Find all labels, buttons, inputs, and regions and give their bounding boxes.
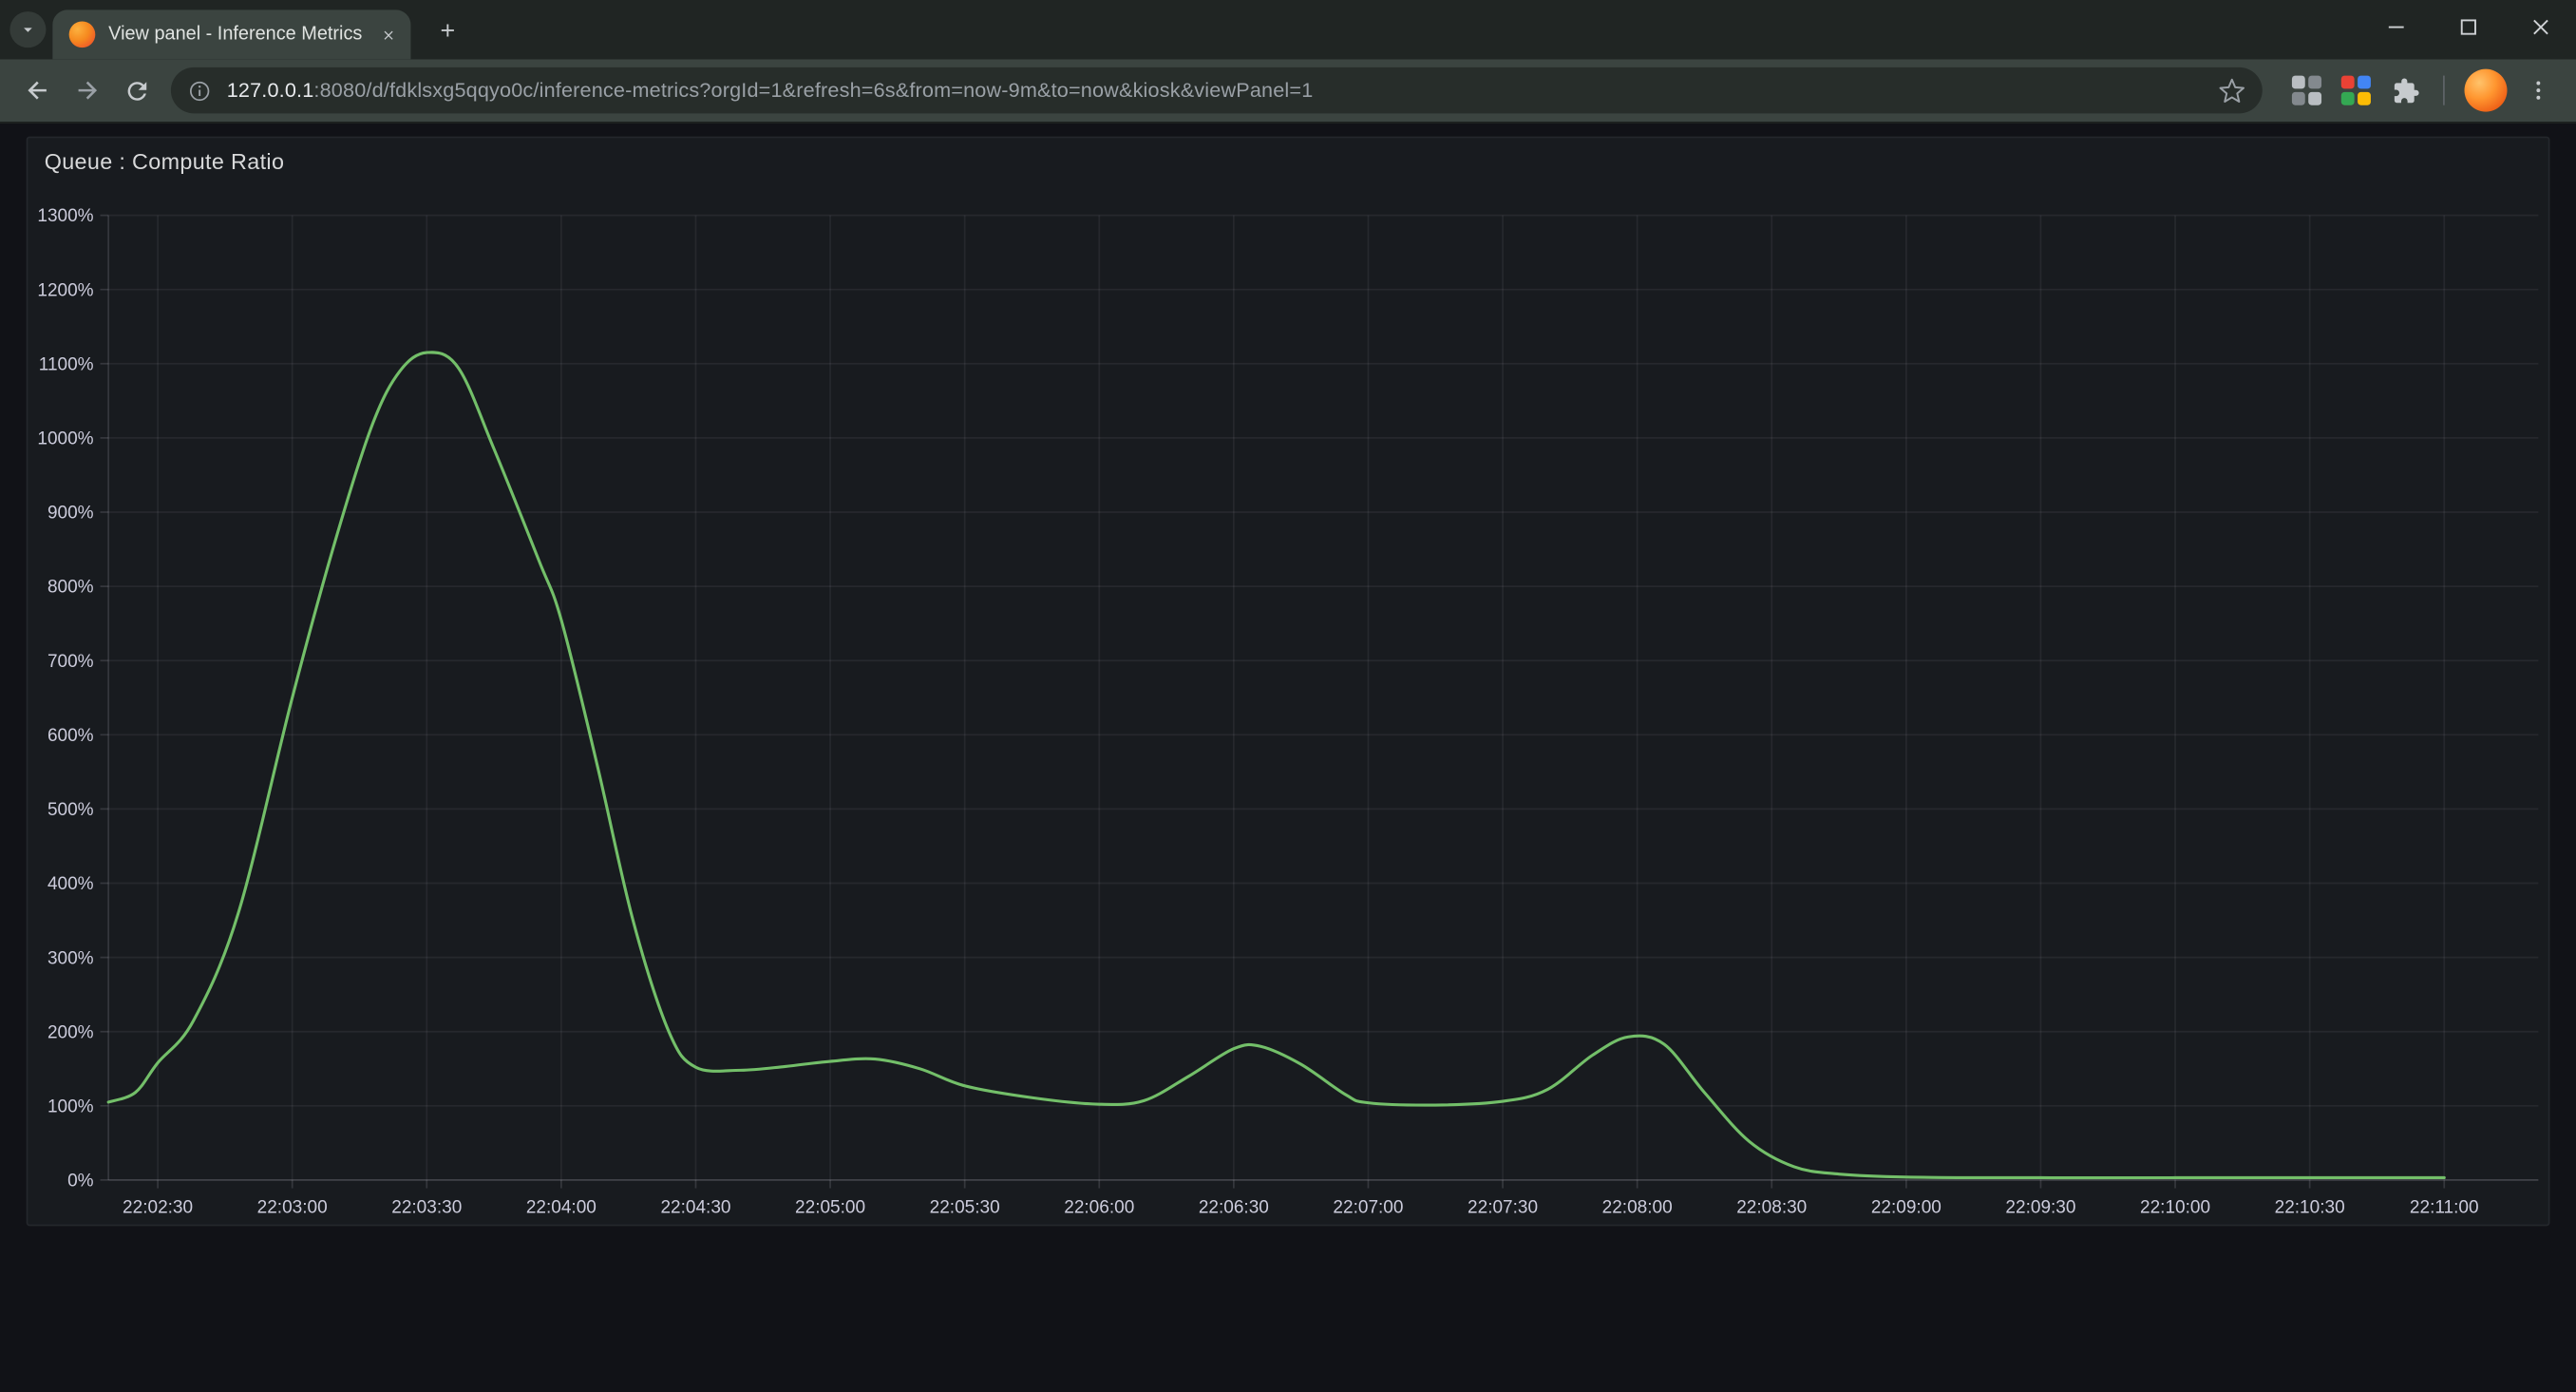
- reload-button[interactable]: [112, 66, 161, 115]
- svg-text:22:04:30: 22:04:30: [660, 1198, 730, 1218]
- timeseries-chart[interactable]: 0% 100% 200% 300% 400% 500% 600% 700% 800% 900% 10…: [28, 138, 2548, 1224]
- svg-text:22:06:00: 22:06:00: [1064, 1198, 1134, 1218]
- toolbar-separator: [2443, 76, 2445, 105]
- browser-tab[interactable]: View panel - Inference Metrics: [52, 10, 410, 59]
- svg-text:1100%: 1100%: [39, 354, 94, 374]
- close-window-icon: [2531, 17, 2549, 35]
- back-icon: [23, 76, 52, 105]
- svg-text:22:09:00: 22:09:00: [1871, 1198, 1941, 1218]
- svg-text:300%: 300%: [47, 948, 94, 968]
- browser-toolbar: 127.0.0.1:8080/d/fdklsxg5qqyo0c/inferenc…: [0, 59, 2576, 123]
- svg-text:22:08:30: 22:08:30: [1736, 1198, 1807, 1218]
- svg-text:800%: 800%: [47, 578, 94, 598]
- svg-text:600%: 600%: [47, 726, 94, 746]
- chevron-down-icon: [18, 20, 38, 40]
- svg-text:500%: 500%: [47, 800, 94, 820]
- grafana-favicon-icon: [69, 21, 96, 48]
- svg-text:100%: 100%: [47, 1096, 94, 1116]
- extensions-button[interactable]: [2380, 66, 2430, 115]
- url-text[interactable]: 127.0.0.1:8080/d/fdklsxg5qqyo0c/inferenc…: [227, 79, 2218, 102]
- grafana-kiosk-page: Queue : Compute Ratio 0% 100% 200% 300% 400%…: [0, 124, 2576, 1392]
- svg-text:200%: 200%: [47, 1022, 94, 1042]
- svg-text:900%: 900%: [47, 504, 94, 524]
- svg-text:1000%: 1000%: [37, 429, 93, 449]
- maximize-button[interactable]: [2432, 0, 2504, 52]
- url-path: :8080/d/fdklsxg5qqyo0c/inference-metrics…: [313, 79, 1313, 102]
- forward-button[interactable]: [63, 66, 112, 115]
- svg-text:1200%: 1200%: [37, 280, 93, 300]
- plus-icon: [436, 19, 457, 40]
- svg-text:22:11:00: 22:11:00: [2410, 1198, 2479, 1218]
- svg-text:400%: 400%: [47, 874, 94, 894]
- svg-text:22:05:00: 22:05:00: [795, 1198, 865, 1218]
- reload-icon: [123, 76, 150, 104]
- bookmark-star-icon[interactable]: [2218, 76, 2245, 104]
- minimize-icon: [2386, 17, 2404, 35]
- svg-text:22:09:30: 22:09:30: [2005, 1198, 2075, 1218]
- extension-colored-icon: [2341, 76, 2371, 105]
- svg-text:22:10:00: 22:10:00: [2140, 1198, 2210, 1218]
- tab-search-button[interactable]: [9, 11, 46, 48]
- svg-text:22:05:30: 22:05:30: [930, 1198, 1000, 1218]
- svg-text:22:04:00: 22:04:00: [526, 1198, 597, 1218]
- address-bar[interactable]: 127.0.0.1:8080/d/fdklsxg5qqyo0c/inferenc…: [171, 67, 2263, 113]
- series-line: [108, 353, 2444, 1178]
- window-controls: [2359, 0, 2576, 52]
- site-info-icon[interactable]: [187, 78, 212, 103]
- extension-monochrome-button[interactable]: [2282, 66, 2332, 115]
- puzzle-icon: [2392, 76, 2419, 104]
- tab-title: View panel - Inference Metrics: [108, 25, 365, 45]
- grafana-panel: Queue : Compute Ratio 0% 100% 200% 300% 400%…: [27, 137, 2550, 1227]
- svg-text:0%: 0%: [67, 1172, 94, 1192]
- browser-menu-button[interactable]: [2513, 66, 2563, 115]
- back-button[interactable]: [13, 66, 63, 115]
- new-tab-button[interactable]: [426, 9, 468, 51]
- svg-text:22:03:00: 22:03:00: [257, 1198, 328, 1218]
- tab-close-button[interactable]: [374, 21, 401, 48]
- svg-text:22:02:30: 22:02:30: [123, 1198, 193, 1218]
- kebab-menu-icon: [2526, 77, 2552, 104]
- close-icon: [380, 28, 395, 43]
- browser-window: View panel - Inference Metrics: [0, 0, 2576, 1392]
- svg-text:22:07:00: 22:07:00: [1333, 1198, 1403, 1218]
- profile-avatar[interactable]: [2465, 69, 2508, 112]
- url-host: 127.0.0.1: [227, 79, 314, 102]
- close-window-button[interactable]: [2504, 0, 2576, 52]
- svg-text:22:03:30: 22:03:30: [391, 1198, 462, 1218]
- svg-text:1300%: 1300%: [37, 206, 93, 226]
- tab-strip: View panel - Inference Metrics: [0, 0, 2576, 59]
- minimize-button[interactable]: [2359, 0, 2432, 52]
- extension-grid-icon: [2292, 76, 2321, 105]
- maximize-icon: [2458, 17, 2476, 35]
- panel-title: Queue : Compute Ratio: [45, 149, 285, 174]
- svg-text:22:07:30: 22:07:30: [1468, 1198, 1538, 1218]
- svg-text:700%: 700%: [47, 652, 94, 672]
- svg-text:22:08:00: 22:08:00: [1602, 1198, 1673, 1218]
- forward-icon: [72, 76, 102, 105]
- svg-text:22:10:30: 22:10:30: [2275, 1198, 2345, 1218]
- extension-colored-button[interactable]: [2331, 66, 2380, 115]
- svg-text:22:06:30: 22:06:30: [1199, 1198, 1269, 1218]
